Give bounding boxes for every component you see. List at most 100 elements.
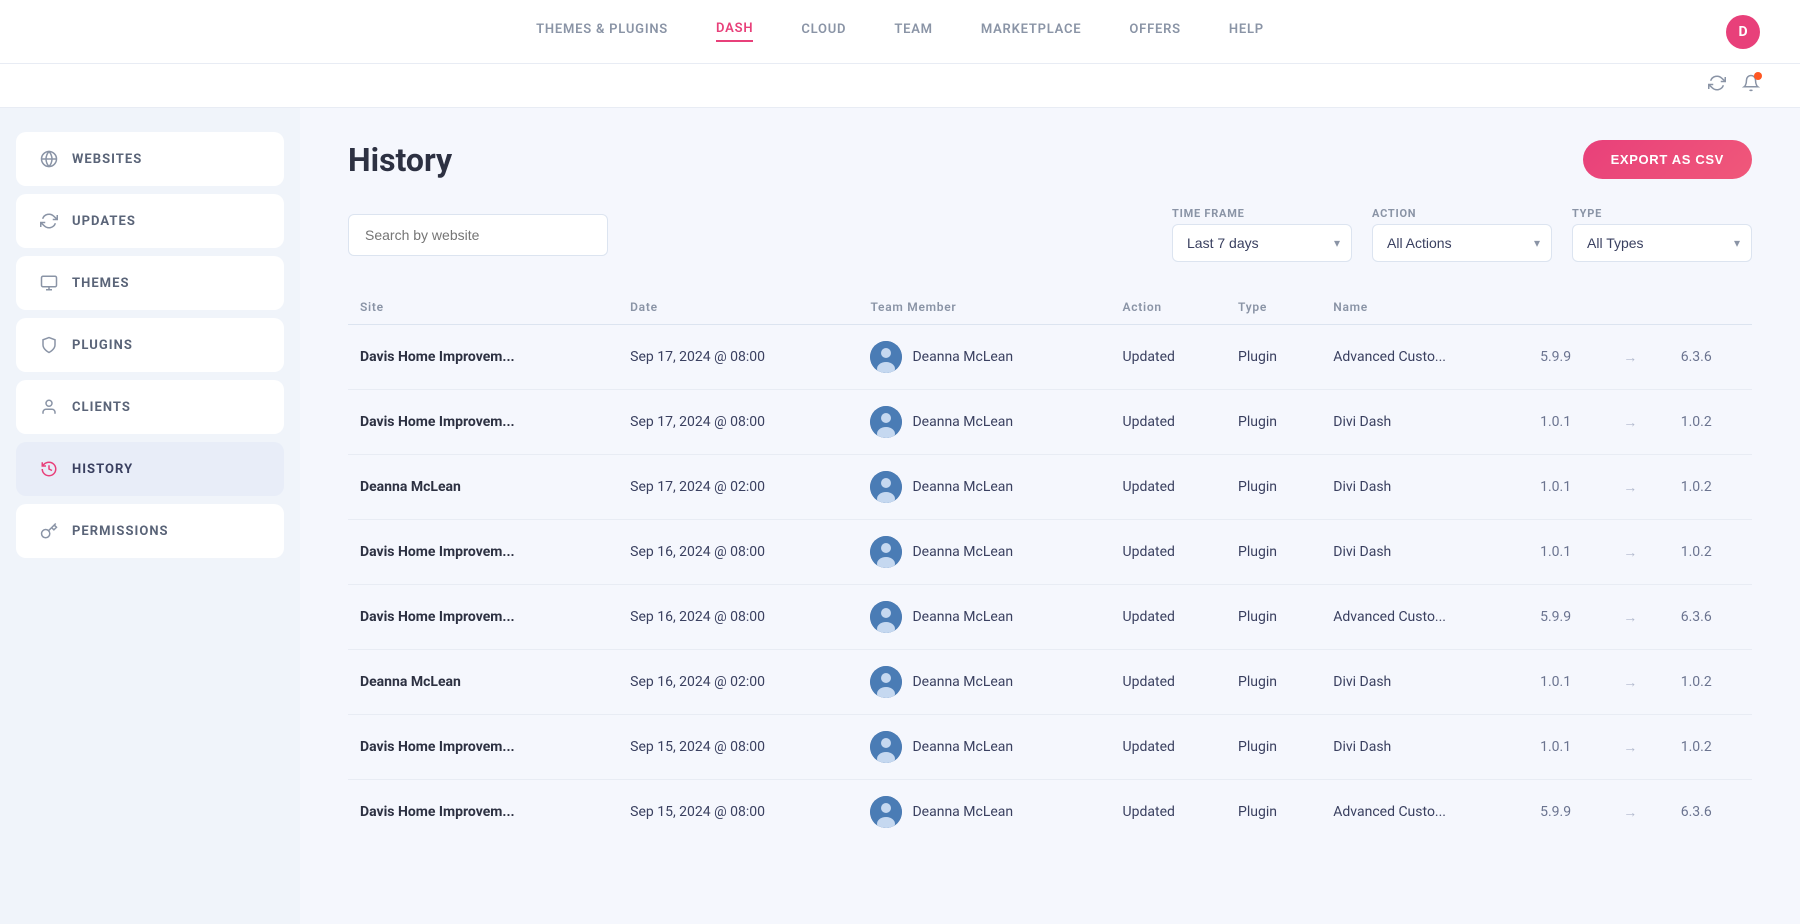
cell-date: Sep 15, 2024 @ 08:00 bbox=[618, 780, 858, 845]
member-avatar bbox=[870, 796, 902, 828]
cell-site: Davis Home Improvem... bbox=[348, 715, 618, 780]
cell-type: Plugin bbox=[1226, 780, 1321, 845]
col-type: Type bbox=[1226, 290, 1321, 325]
cell-date: Sep 16, 2024 @ 08:00 bbox=[618, 520, 858, 585]
type-select[interactable]: All Types Plugin Theme Core bbox=[1572, 224, 1752, 262]
member-avatar bbox=[870, 471, 902, 503]
cell-version-from: 1.0.1 bbox=[1528, 520, 1611, 585]
nav-help[interactable]: HELP bbox=[1229, 22, 1264, 41]
content-header: History EXPORT AS CSV bbox=[348, 140, 1752, 179]
cell-type: Plugin bbox=[1226, 520, 1321, 585]
cell-version-arrow: → bbox=[1611, 715, 1668, 780]
sidebar-label-plugins: PLUGINS bbox=[72, 338, 133, 353]
notification-icon[interactable] bbox=[1742, 74, 1760, 97]
nav-marketplace[interactable]: MARKETPLACE bbox=[981, 22, 1082, 41]
sidebar-label-clients: CLIENTS bbox=[72, 400, 131, 415]
cell-type: Plugin bbox=[1226, 455, 1321, 520]
avatar[interactable]: D bbox=[1726, 15, 1760, 49]
cell-version-from: 1.0.1 bbox=[1528, 455, 1611, 520]
sidebar-item-history[interactable]: HISTORY bbox=[16, 442, 284, 496]
time-frame-label: TIME FRAME bbox=[1172, 207, 1352, 220]
subbar bbox=[0, 64, 1800, 108]
col-version-from bbox=[1528, 290, 1611, 325]
page-title: History bbox=[348, 141, 452, 179]
cell-site: Davis Home Improvem... bbox=[348, 520, 618, 585]
nav-links: THEMES & PLUGINS DASH CLOUD TEAM MARKETP… bbox=[536, 21, 1264, 42]
cell-type: Plugin bbox=[1226, 650, 1321, 715]
cell-site: Davis Home Improvem... bbox=[348, 585, 618, 650]
member-avatar bbox=[870, 406, 902, 438]
arrow-indicator bbox=[0, 132, 8, 160]
nav-cloud[interactable]: CLOUD bbox=[801, 22, 846, 41]
member-name: Deanna McLean bbox=[912, 414, 1013, 430]
nav-right: D bbox=[1726, 15, 1760, 49]
cell-version-from: 1.0.1 bbox=[1528, 650, 1611, 715]
content-area: History EXPORT AS CSV TIME FRAME Last 7 … bbox=[300, 108, 1800, 924]
history-table: Site Date Team Member Action Type Name D… bbox=[348, 290, 1752, 844]
cell-name: Divi Dash bbox=[1321, 715, 1528, 780]
cell-version-to: 1.0.2 bbox=[1669, 390, 1752, 455]
nav-themes-plugins[interactable]: THEMES & PLUGINS bbox=[536, 22, 668, 41]
sidebar-item-permissions[interactable]: PERMISSIONS bbox=[16, 504, 284, 558]
cell-version-to: 1.0.2 bbox=[1669, 455, 1752, 520]
cell-action: Updated bbox=[1111, 715, 1227, 780]
cell-name: Divi Dash bbox=[1321, 455, 1528, 520]
cell-name: Divi Dash bbox=[1321, 390, 1528, 455]
cell-version-arrow: → bbox=[1611, 780, 1668, 845]
member-name: Deanna McLean bbox=[912, 544, 1013, 560]
col-version-to bbox=[1669, 290, 1752, 325]
table-row: Davis Home Improvem... Sep 15, 2024 @ 08… bbox=[348, 715, 1752, 780]
cell-action: Updated bbox=[1111, 780, 1227, 845]
col-name: Name bbox=[1321, 290, 1528, 325]
sidebar-label-themes: THEMES bbox=[72, 276, 130, 291]
action-filter: ACTION All Actions Updated Installed Del… bbox=[1372, 207, 1552, 262]
main-layout: WEBSITES UPDATES THEMES PLUGINS bbox=[0, 108, 1800, 924]
cell-version-arrow: → bbox=[1611, 520, 1668, 585]
member-avatar bbox=[870, 601, 902, 633]
cell-version-arrow: → bbox=[1611, 585, 1668, 650]
sidebar-item-plugins[interactable]: PLUGINS bbox=[16, 318, 284, 372]
cell-action: Updated bbox=[1111, 390, 1227, 455]
member-name: Deanna McLean bbox=[912, 804, 1013, 820]
cell-name: Advanced Custo... bbox=[1321, 585, 1528, 650]
cell-version-to: 1.0.2 bbox=[1669, 650, 1752, 715]
nav-team[interactable]: TEAM bbox=[894, 22, 933, 41]
time-frame-filter: TIME FRAME Last 7 days Last 30 days Last… bbox=[1172, 207, 1352, 262]
notification-dot bbox=[1754, 72, 1762, 80]
time-frame-select-wrapper: Last 7 days Last 30 days Last 90 days Al… bbox=[1172, 224, 1352, 262]
export-csv-button[interactable]: EXPORT AS CSV bbox=[1583, 140, 1752, 179]
cell-site: Davis Home Improvem... bbox=[348, 390, 618, 455]
refresh-icon[interactable] bbox=[1708, 74, 1726, 97]
sidebar-item-updates[interactable]: UPDATES bbox=[16, 194, 284, 248]
sidebar-item-themes[interactable]: THEMES bbox=[16, 256, 284, 310]
cell-action: Updated bbox=[1111, 650, 1227, 715]
member-avatar bbox=[870, 341, 902, 373]
search-input[interactable] bbox=[348, 214, 608, 256]
cell-name: Advanced Custo... bbox=[1321, 325, 1528, 390]
type-label: TYPE bbox=[1572, 207, 1752, 220]
cell-version-to: 6.3.6 bbox=[1669, 325, 1752, 390]
cell-version-arrow: → bbox=[1611, 325, 1668, 390]
member-name: Deanna McLean bbox=[912, 609, 1013, 625]
type-filter: TYPE All Types Plugin Theme Core bbox=[1572, 207, 1752, 262]
cell-version-to: 1.0.2 bbox=[1669, 715, 1752, 780]
cell-date: Sep 17, 2024 @ 08:00 bbox=[618, 390, 858, 455]
nav-dash[interactable]: DASH bbox=[716, 21, 753, 42]
nav-offers[interactable]: OFFERS bbox=[1129, 22, 1180, 41]
cell-member: Deanna McLean bbox=[858, 520, 1110, 585]
sidebar-item-websites[interactable]: WEBSITES bbox=[16, 132, 284, 186]
cell-name: Divi Dash bbox=[1321, 520, 1528, 585]
cell-version-arrow: → bbox=[1611, 650, 1668, 715]
sidebar-item-clients[interactable]: CLIENTS bbox=[16, 380, 284, 434]
cell-version-arrow: → bbox=[1611, 455, 1668, 520]
action-select[interactable]: All Actions Updated Installed Deleted bbox=[1372, 224, 1552, 262]
col-action: Action bbox=[1111, 290, 1227, 325]
time-frame-select[interactable]: Last 7 days Last 30 days Last 90 days Al… bbox=[1172, 224, 1352, 262]
sidebar: WEBSITES UPDATES THEMES PLUGINS bbox=[0, 108, 300, 924]
cell-date: Sep 16, 2024 @ 02:00 bbox=[618, 650, 858, 715]
table-body: Davis Home Improvem... Sep 17, 2024 @ 08… bbox=[348, 325, 1752, 845]
cell-version-from: 5.9.9 bbox=[1528, 780, 1611, 845]
cell-action: Updated bbox=[1111, 455, 1227, 520]
col-date: Date bbox=[618, 290, 858, 325]
cell-site: Davis Home Improvem... bbox=[348, 780, 618, 845]
